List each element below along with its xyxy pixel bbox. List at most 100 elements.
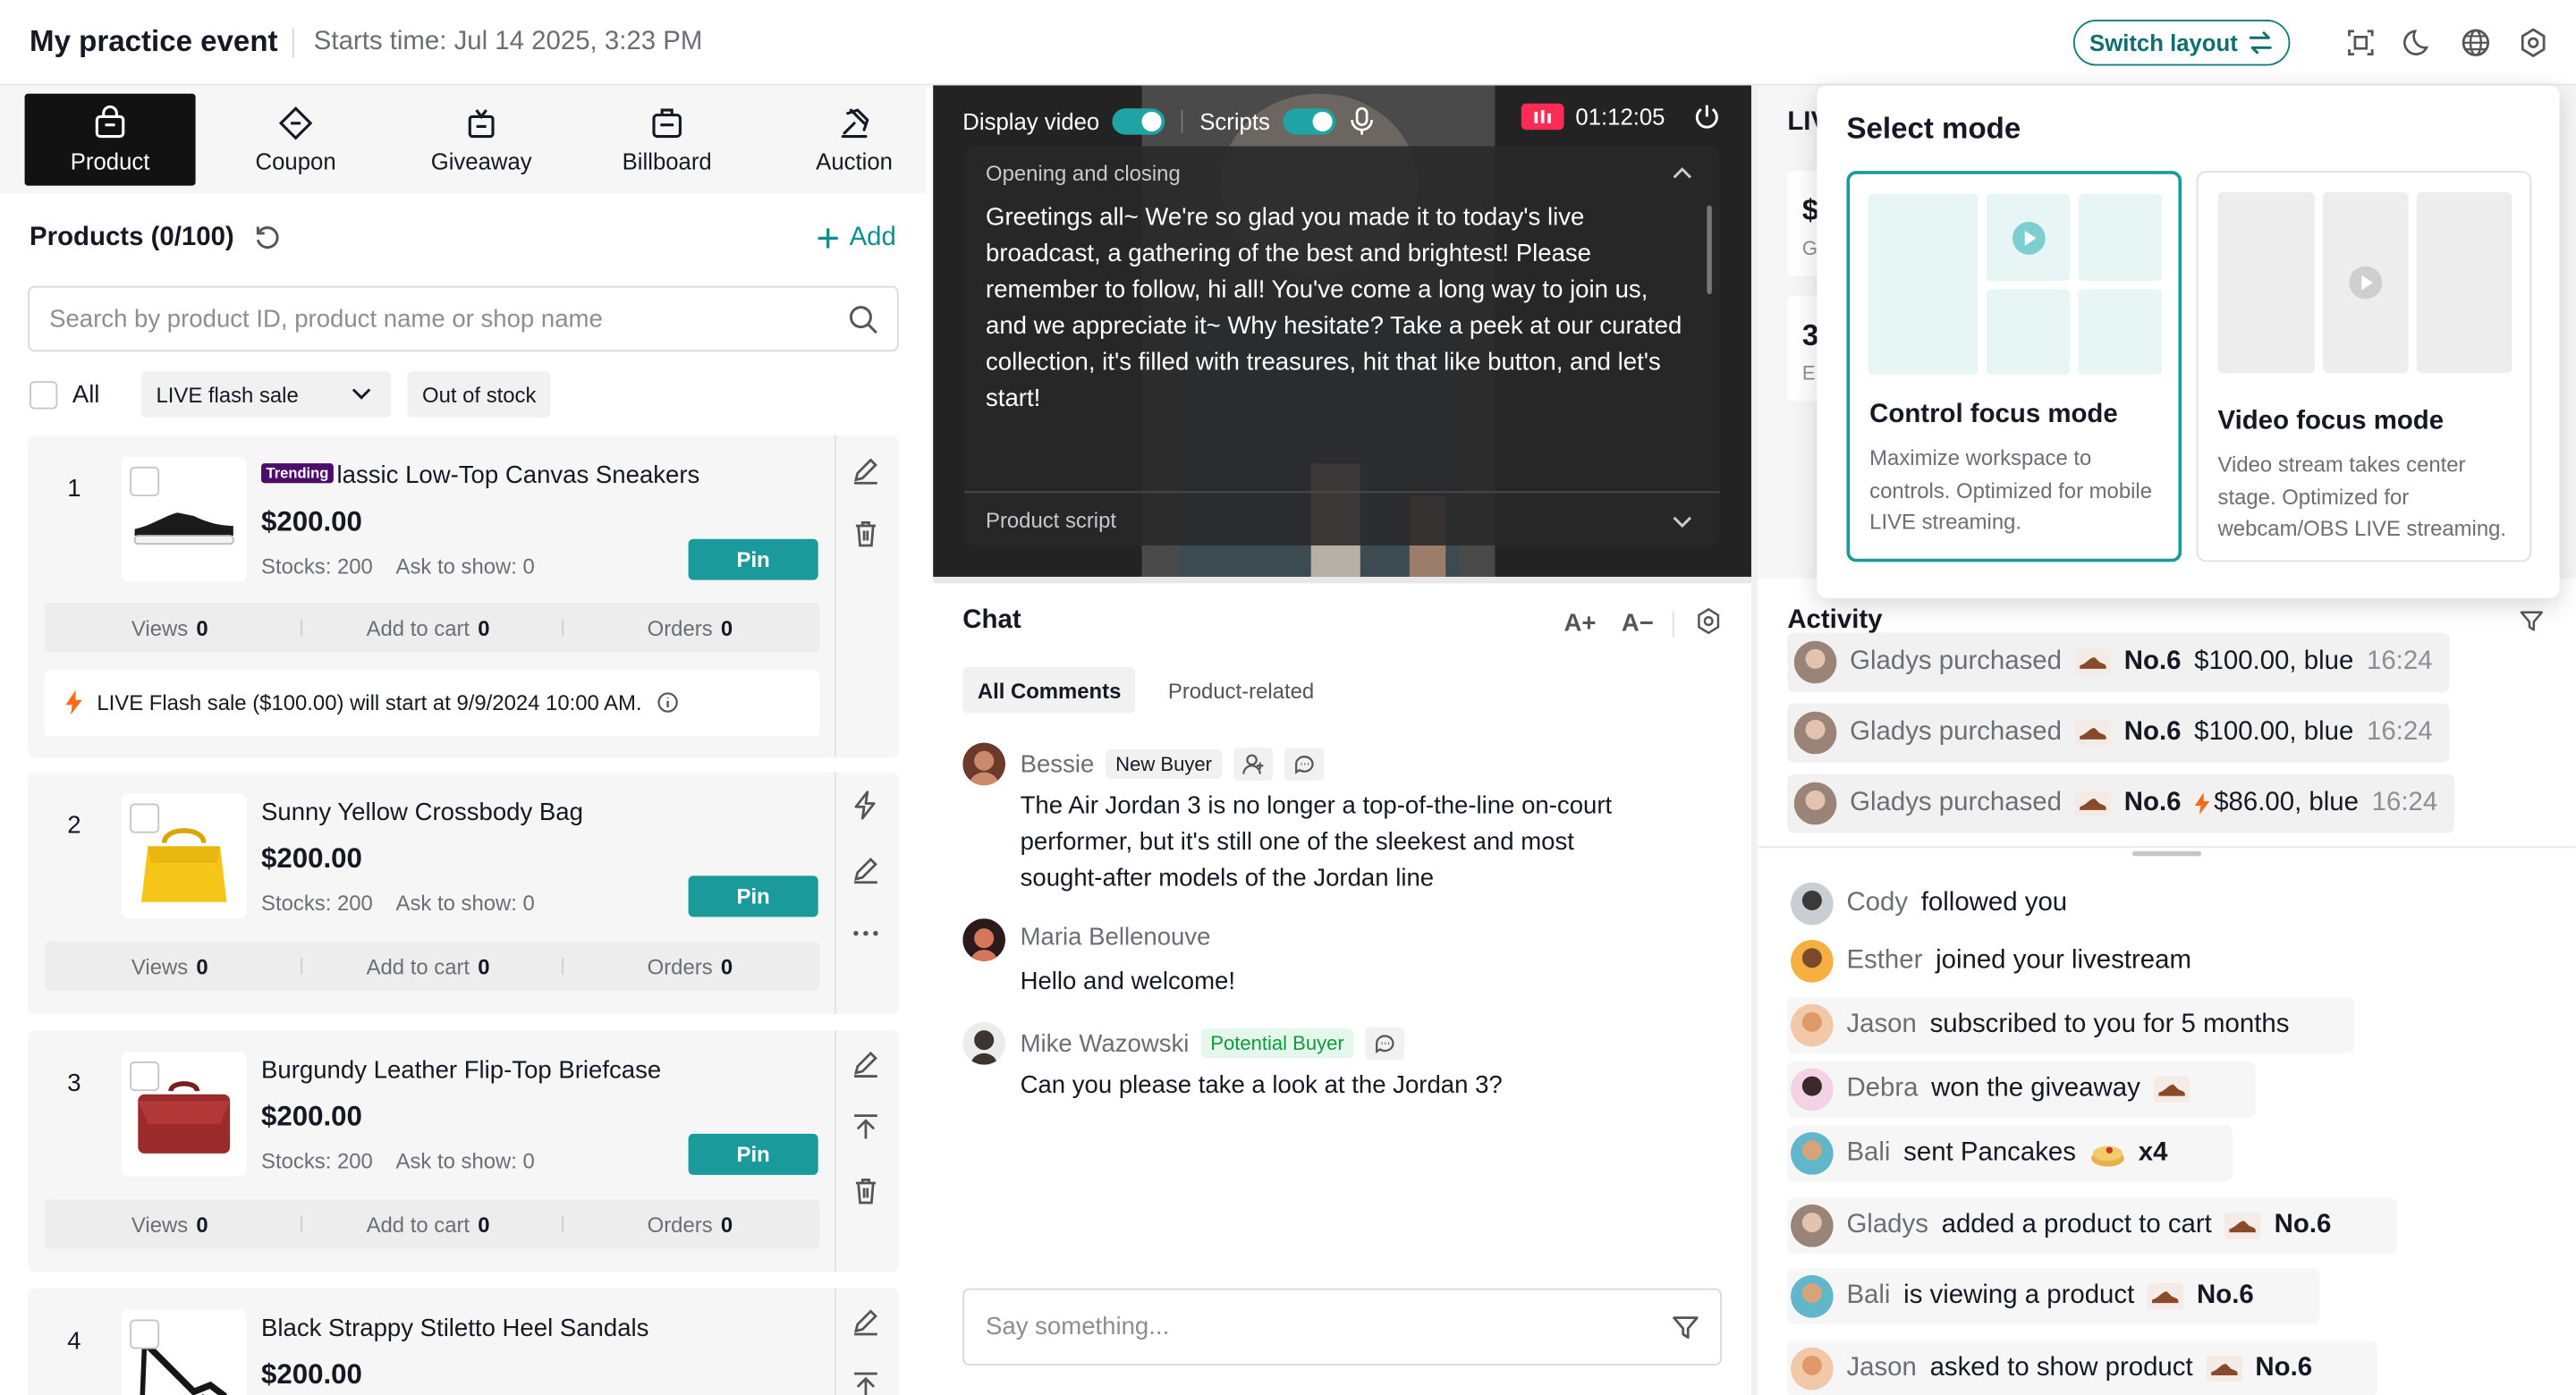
settings-icon[interactable] <box>2517 26 2550 59</box>
product-search-input[interactable]: Search by product ID, product name or sh… <box>28 285 899 352</box>
reply-icon[interactable] <box>1365 1027 1405 1061</box>
microphone-icon[interactable] <box>1349 106 1375 136</box>
activity-user[interactable]: Jason <box>1846 1010 1916 1040</box>
globe-icon[interactable] <box>2460 26 2493 59</box>
gift-count: x4 <box>2138 1138 2168 1167</box>
activity-user[interactable]: Bali <box>1846 1138 1890 1168</box>
product-name[interactable]: Trending lassic Low-Top Canvas Sneakers <box>261 461 699 490</box>
chat-input[interactable]: Say something... <box>962 1288 1722 1365</box>
pin-button[interactable]: Pin <box>688 1133 818 1175</box>
tab-product-related[interactable]: Product-related <box>1153 667 1328 713</box>
tab-label: Auction <box>816 148 893 174</box>
activity-user[interactable]: Gladys <box>1846 1211 1928 1240</box>
switch-layout-button[interactable]: Switch layout <box>2072 20 2291 66</box>
out-of-stock-filter[interactable]: Out of stock <box>407 371 551 418</box>
move-top-icon[interactable] <box>850 1369 883 1395</box>
activity-user[interactable]: Bali <box>1846 1281 1890 1311</box>
video-focus-mode-option[interactable]: Video focus mode Video stream takes cent… <box>2196 171 2532 562</box>
pin-button[interactable]: Pin <box>688 875 818 917</box>
search-icon[interactable] <box>848 304 879 335</box>
message-text: Can you please take a look at the Jordan… <box>1020 1071 1503 1100</box>
activity-user[interactable]: Cody <box>1846 889 1908 918</box>
flash-sale-dropdown[interactable]: LIVE flash sale <box>140 371 392 418</box>
toolbar-divider <box>1672 611 1674 638</box>
settings-icon[interactable] <box>1694 606 1724 636</box>
username[interactable]: Bessie <box>1021 750 1095 778</box>
column-divider[interactable] <box>1750 85 1758 1395</box>
control-focus-mode-option[interactable]: Control focus mode Maximize workspace to… <box>1846 171 2182 562</box>
product-stock: Stocks: 200 Ask to show: 0 <box>261 1148 535 1173</box>
tab-coupon[interactable]: Coupon <box>210 94 381 186</box>
orders-value: 0 <box>720 1213 733 1238</box>
trash-icon[interactable] <box>850 1175 883 1208</box>
script-text: Greetings all~ We're so glad you made it… <box>986 203 1682 413</box>
scripts-toggle[interactable] <box>1283 108 1336 135</box>
select-all-checkbox[interactable] <box>30 381 58 410</box>
chat-panel: Chat A+ A− All Comments Product-related … <box>933 583 1751 1395</box>
product-checkbox[interactable] <box>130 466 160 496</box>
refresh-icon[interactable] <box>254 224 284 253</box>
product-name[interactable]: Burgundy Leather Flip-Top Briefcase <box>261 1057 661 1085</box>
username[interactable]: Mike Wazowski <box>1021 1029 1190 1057</box>
power-icon[interactable] <box>1694 104 1720 130</box>
chevron-down-icon <box>1673 516 1692 528</box>
filter-icon[interactable] <box>1671 1313 1700 1342</box>
stat-divider <box>562 958 564 975</box>
edit-icon[interactable] <box>850 853 883 886</box>
out-of-stock-label: Out of stock <box>422 383 537 408</box>
tab-billboard[interactable]: Billboard <box>581 94 752 186</box>
script-scrollbar[interactable] <box>1707 205 1712 294</box>
font-increase-icon[interactable]: A+ <box>1564 610 1597 638</box>
activity-user[interactable]: Jason <box>1846 1354 1916 1383</box>
chat-title: Chat <box>962 606 1021 635</box>
tab-auction[interactable]: Auction <box>769 94 940 186</box>
move-top-icon[interactable] <box>850 1111 883 1144</box>
views-stat: Views 0 <box>131 955 208 980</box>
follow-user-icon[interactable] <box>1233 748 1273 781</box>
product-checkbox[interactable] <box>130 1061 160 1092</box>
buyer-badge: Potential Buyer <box>1200 1028 1354 1059</box>
resize-handle[interactable] <box>2132 850 2202 857</box>
trash-icon[interactable] <box>850 518 883 551</box>
product-checkbox[interactable] <box>130 1319 160 1349</box>
tab-giveaway[interactable]: Giveaway <box>396 94 567 186</box>
avatar <box>1791 1003 1834 1047</box>
stat-divider <box>562 1215 564 1233</box>
reply-icon[interactable] <box>1284 748 1324 781</box>
pin-button[interactable]: Pin <box>688 538 818 580</box>
activity-text: added a product to cart <box>1941 1211 2212 1239</box>
card-divider <box>835 1030 836 1272</box>
edit-icon[interactable] <box>850 1046 883 1079</box>
tab-product[interactable]: Product <box>24 93 196 186</box>
views-label: Views <box>131 954 189 980</box>
username[interactable]: Maria Bellenouve <box>1021 924 1211 951</box>
more-icon[interactable] <box>850 917 883 950</box>
avatar <box>1791 882 1834 926</box>
display-video-toggle[interactable] <box>1112 108 1165 135</box>
add-product-button[interactable]: Add <box>817 224 896 253</box>
info-icon[interactable] <box>657 692 679 714</box>
chevron-up-icon[interactable] <box>1673 166 1692 180</box>
activity-user[interactable]: Esther <box>1846 946 1922 976</box>
top-header: My practice event Starts time: Jul 14 20… <box>0 0 2576 86</box>
edit-icon[interactable] <box>850 453 883 486</box>
font-decrease-icon[interactable]: A− <box>1622 610 1654 638</box>
product-script-row[interactable]: Product script <box>964 491 1721 546</box>
tab-all-comments[interactable]: All Comments <box>962 667 1136 714</box>
screenshot-icon[interactable] <box>2344 26 2377 59</box>
activity-text: subscribed to you for 5 months <box>1929 1010 2290 1039</box>
edit-icon[interactable] <box>850 1305 883 1338</box>
flash-sale-icon[interactable] <box>850 789 883 822</box>
filter-icon[interactable] <box>2519 608 2545 634</box>
chat-message: Bessie New Buyer The Air Jordan 3 is no … <box>962 742 1734 900</box>
product-name[interactable]: Sunny Yellow Crossbody Bag <box>261 799 583 826</box>
avatar <box>1793 711 1837 755</box>
activity-user[interactable]: Debra <box>1846 1075 1918 1104</box>
layout-preview-block <box>1986 289 2071 375</box>
message-text: Hello and welcome! <box>1020 968 1236 996</box>
moon-icon[interactable] <box>2402 26 2435 59</box>
product-price: $200.00 <box>261 505 362 537</box>
row-divider[interactable] <box>933 576 1751 584</box>
product-name[interactable]: Black Strappy Stiletto Heel Sandals <box>261 1315 648 1342</box>
product-checkbox[interactable] <box>130 803 160 833</box>
